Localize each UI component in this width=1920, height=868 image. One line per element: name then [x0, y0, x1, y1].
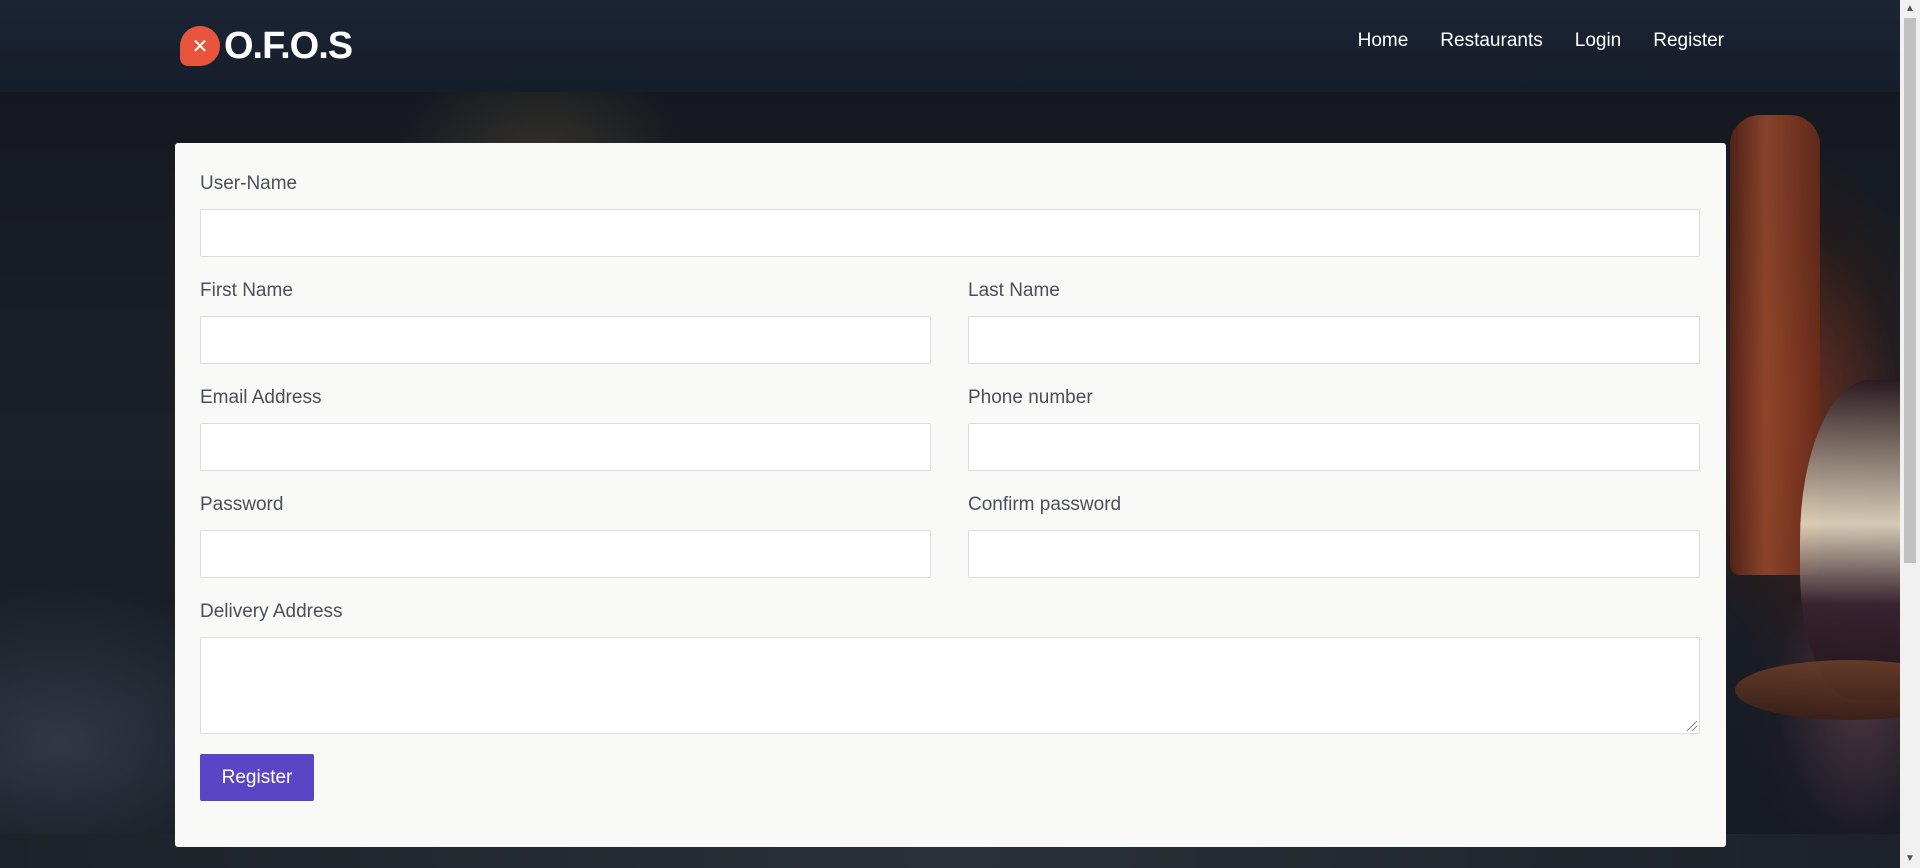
last-name-input[interactable] — [968, 316, 1700, 364]
phone-label: Phone number — [968, 387, 1093, 408]
password-input[interactable] — [200, 530, 931, 578]
confirm-password-input[interactable] — [968, 530, 1700, 578]
first-name-label: First Name — [200, 280, 293, 301]
address-textarea[interactable] — [200, 637, 1700, 734]
scroll-up-icon[interactable]: ▲ — [1900, 0, 1920, 18]
address-label: Delivery Address — [200, 601, 343, 622]
registration-form: User-Name First Name Last Name Email Add… — [175, 143, 1726, 847]
scroll-thumb[interactable] — [1904, 18, 1916, 563]
phone-input[interactable] — [968, 423, 1700, 471]
nav-home-link[interactable]: Home — [1358, 30, 1409, 52]
username-input[interactable] — [200, 209, 1700, 257]
confirm-password-label: Confirm password — [968, 494, 1122, 515]
scroll-down-icon[interactable]: ▼ — [1900, 850, 1920, 868]
register-button[interactable]: Register — [200, 754, 314, 801]
fork-knife-icon: ✕ — [180, 26, 220, 66]
resize-grip-icon[interactable] — [1687, 721, 1697, 731]
nav-register-link[interactable]: Register — [1653, 30, 1724, 52]
nav-restaurants-link[interactable]: Restaurants — [1440, 30, 1542, 52]
password-label: Password — [200, 494, 284, 515]
top-navbar: ✕ O.F.O.S Home Restaurants Login Registe… — [0, 0, 1900, 92]
first-name-input[interactable] — [200, 316, 931, 364]
site-logo[interactable]: ✕ O.F.O.S — [180, 24, 353, 68]
username-label: User-Name — [200, 173, 298, 194]
page-scrollbar[interactable]: ▲ ▼ — [1900, 0, 1920, 868]
last-name-label: Last Name — [968, 280, 1060, 301]
logo-text: O.F.O.S — [224, 24, 353, 67]
email-input[interactable] — [200, 423, 931, 471]
nav-login-link[interactable]: Login — [1575, 30, 1622, 52]
main-nav: Home Restaurants Login Register — [1358, 30, 1724, 52]
email-label: Email Address — [200, 387, 322, 408]
